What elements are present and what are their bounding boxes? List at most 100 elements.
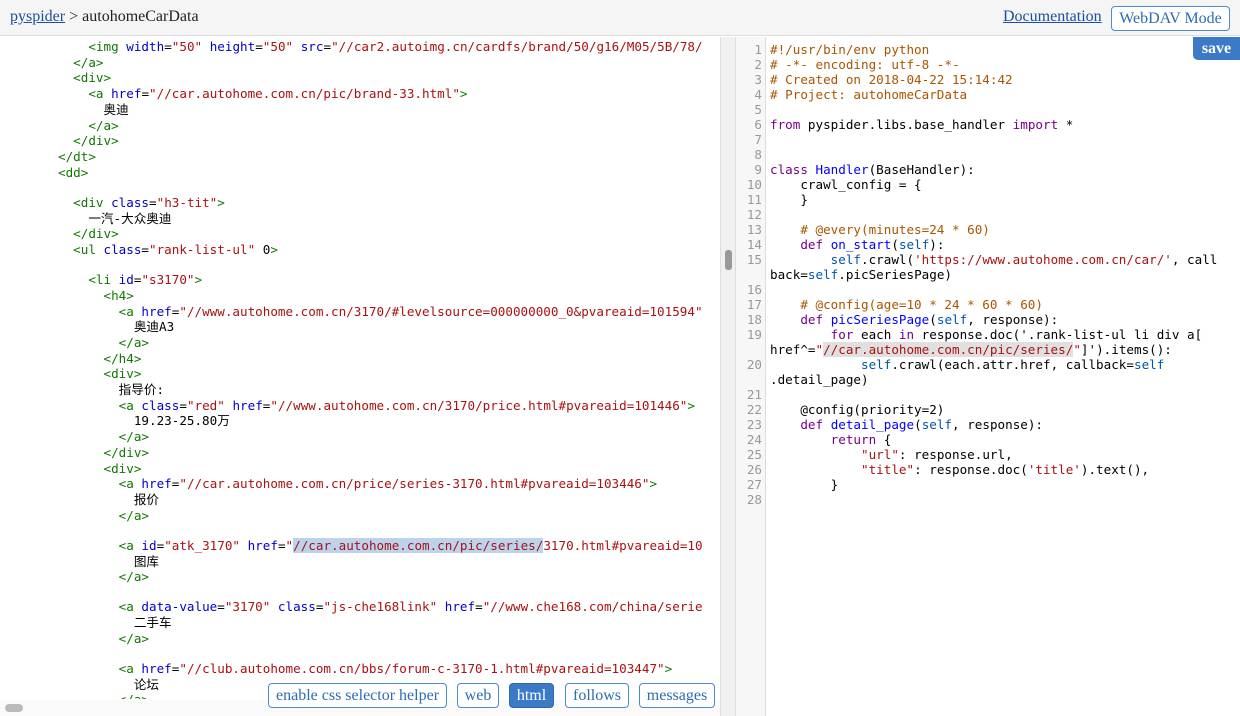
line-number: 20 bbox=[746, 357, 762, 372]
line-number: 27 bbox=[746, 477, 762, 492]
html-source-line: </a> bbox=[73, 54, 104, 70]
code-line: "url": response.url, bbox=[861, 447, 1013, 462]
code-editor[interactable]: 1 2 3 4 5 6 7 8 9 10 11 12 13 14 15 16 17 18 19 20 21 22 23 24 2… bbox=[736, 37, 1240, 716]
line-number: 16 bbox=[746, 282, 762, 297]
code-line: self.crawl('https://www.autohome.com.cn/… bbox=[770, 252, 1218, 282]
html-source-line: 图库 bbox=[58, 553, 160, 569]
webdav-mode-button[interactable]: WebDAV Mode bbox=[1111, 6, 1230, 31]
html-source-line: <div> bbox=[73, 70, 112, 86]
html-source-line: </div> bbox=[103, 444, 150, 460]
html-source-line: </a> bbox=[118, 569, 150, 585]
line-number: 10 bbox=[746, 177, 762, 192]
line-number-gutter: 1 2 3 4 5 6 7 8 9 10 11 12 13 14 15 16 17 18 19 20 21 22 23 24 2… bbox=[736, 37, 766, 716]
line-number: 19 bbox=[746, 327, 762, 342]
line-number: 24 bbox=[746, 432, 762, 447]
html-source-line: 奥迪A3 bbox=[58, 319, 175, 335]
code-line: } bbox=[770, 477, 839, 492]
code-line: crawl_config = { bbox=[770, 177, 922, 192]
html-source-line: 指导价: bbox=[58, 382, 165, 397]
line-number: 22 bbox=[746, 402, 762, 417]
html-source-line: </a> bbox=[118, 630, 150, 646]
html-source-line: <img width="50" height="50" src="//car2.… bbox=[88, 39, 703, 54]
line-number: 5 bbox=[754, 102, 762, 117]
code-line: def detail_page(self, response): bbox=[800, 417, 1044, 432]
line-number: 9 bbox=[754, 162, 762, 177]
pane-splitter[interactable] bbox=[720, 37, 736, 716]
html-source-line: 一汽-大众奥迪 bbox=[58, 210, 172, 226]
html-source-line: <div> bbox=[103, 366, 142, 382]
html-source-line: 奥迪 bbox=[58, 101, 129, 117]
debug-panel-buttons: enable css selector helper web html foll… bbox=[0, 683, 720, 709]
html-source-line: </h4> bbox=[103, 350, 142, 366]
html-source-line: 19.23-25.80万 bbox=[58, 413, 230, 429]
documentation-link[interactable]: Documentation bbox=[1003, 8, 1102, 26]
line-number: 15 bbox=[746, 252, 762, 267]
breadcrumb: pyspider > autohomeCarData bbox=[10, 8, 199, 26]
code-line: from pyspider.libs.base_handler import * bbox=[770, 117, 1074, 132]
line-number: 14 bbox=[746, 237, 762, 252]
html-tab-button[interactable]: html bbox=[509, 683, 554, 708]
html-source-line: <li id="s3170"> bbox=[88, 272, 203, 288]
line-number: 18 bbox=[746, 312, 762, 327]
html-source-pane: <img width="50" height="50" src="//car2.… bbox=[0, 37, 720, 716]
html-source-line: </a> bbox=[118, 334, 150, 350]
code-line: # Project: autohomeCarData bbox=[770, 87, 968, 102]
web-tab-button[interactable]: web bbox=[457, 683, 499, 708]
code-line: for each in response.doc('.rank-list-ul … bbox=[770, 327, 1203, 357]
html-source-line: <a class="red" href="//www.autohome.com.… bbox=[118, 397, 695, 413]
code-line: } bbox=[770, 192, 808, 207]
html-source-line: </div> bbox=[73, 133, 119, 149]
line-number: 7 bbox=[754, 132, 762, 147]
line-number: 6 bbox=[754, 117, 762, 132]
line-number: 12 bbox=[746, 207, 762, 222]
html-source-line: <a id="atk_3170" href="//car.autohome.co… bbox=[118, 537, 703, 553]
line-number: 28 bbox=[746, 492, 762, 507]
line-number: 23 bbox=[746, 417, 762, 432]
html-source-line: </a> bbox=[118, 507, 150, 523]
save-button[interactable]: save bbox=[1193, 37, 1240, 60]
line-number: 3 bbox=[754, 72, 762, 87]
code-line: def picSeriesPage(self, response): bbox=[800, 312, 1059, 327]
html-source-line: 二手车 bbox=[58, 615, 172, 631]
html-source-line: 报价 bbox=[58, 491, 160, 507]
follows-tab-button[interactable]: follows bbox=[565, 683, 629, 708]
vertical-scrollbar-thumb[interactable] bbox=[725, 250, 732, 270]
top-bar: pyspider > autohomeCarData Documentation… bbox=[0, 0, 1240, 36]
code-line: return { bbox=[830, 432, 892, 447]
html-source-line: <a data-value="3170" class="js-che168lin… bbox=[118, 599, 703, 615]
code-line: @config(priority=2) bbox=[770, 402, 945, 417]
html-source-line: </a> bbox=[88, 117, 119, 133]
messages-tab-button[interactable]: messages bbox=[639, 683, 715, 708]
html-source-line: </a> bbox=[118, 429, 150, 445]
html-source-line: <a href="//club.autohome.com.cn/bbs/foru… bbox=[118, 661, 673, 676]
html-source-line: </div> bbox=[73, 226, 119, 242]
pyspider-home-link[interactable]: pyspider bbox=[10, 8, 65, 25]
html-source-line: <a href="//car.autohome.com.cn/price/ser… bbox=[118, 476, 658, 492]
html-source-line: </dt> bbox=[58, 148, 96, 164]
code-line: # Created on 2018-04-22 15:14:42 bbox=[770, 72, 1013, 87]
line-number: 21 bbox=[746, 387, 762, 402]
line-number: 17 bbox=[746, 297, 762, 312]
html-source-line: <dd> bbox=[58, 164, 89, 180]
line-number: 13 bbox=[746, 222, 762, 237]
html-source-view[interactable]: <img width="50" height="50" src="//car2.… bbox=[0, 37, 720, 699]
line-number: 26 bbox=[746, 462, 762, 477]
html-source-line: <div> bbox=[103, 460, 142, 476]
code-line: class Handler(BaseHandler): bbox=[770, 162, 975, 177]
html-source-line: <a href="//car.autohome.com.cn/pic/brand… bbox=[88, 86, 468, 102]
line-number: 8 bbox=[754, 147, 762, 162]
line-number: 25 bbox=[746, 447, 762, 462]
html-source-line: <div class="h3-tit"> bbox=[73, 194, 225, 210]
code-line: #!/usr/bin/env python bbox=[770, 42, 930, 57]
html-source-line: <h4> bbox=[103, 287, 134, 303]
breadcrumb-separator: > bbox=[69, 8, 79, 25]
html-source-line: <a href="//www.autohome.com.cn/3170/#lev… bbox=[118, 303, 703, 319]
code-line: # @every(minutes=24 * 60) bbox=[770, 222, 990, 237]
code-line: # @config(age=10 * 24 * 60 * 60) bbox=[770, 297, 1043, 312]
project-name: autohomeCarData bbox=[82, 8, 199, 25]
line-number: 1 bbox=[754, 42, 762, 57]
code-line: # -*- encoding: utf-8 -*- bbox=[770, 57, 960, 72]
code-line: "title": response.doc('title').text(), bbox=[861, 462, 1150, 477]
css-selector-helper-button[interactable]: enable css selector helper bbox=[268, 683, 447, 708]
line-number: 11 bbox=[746, 192, 762, 207]
